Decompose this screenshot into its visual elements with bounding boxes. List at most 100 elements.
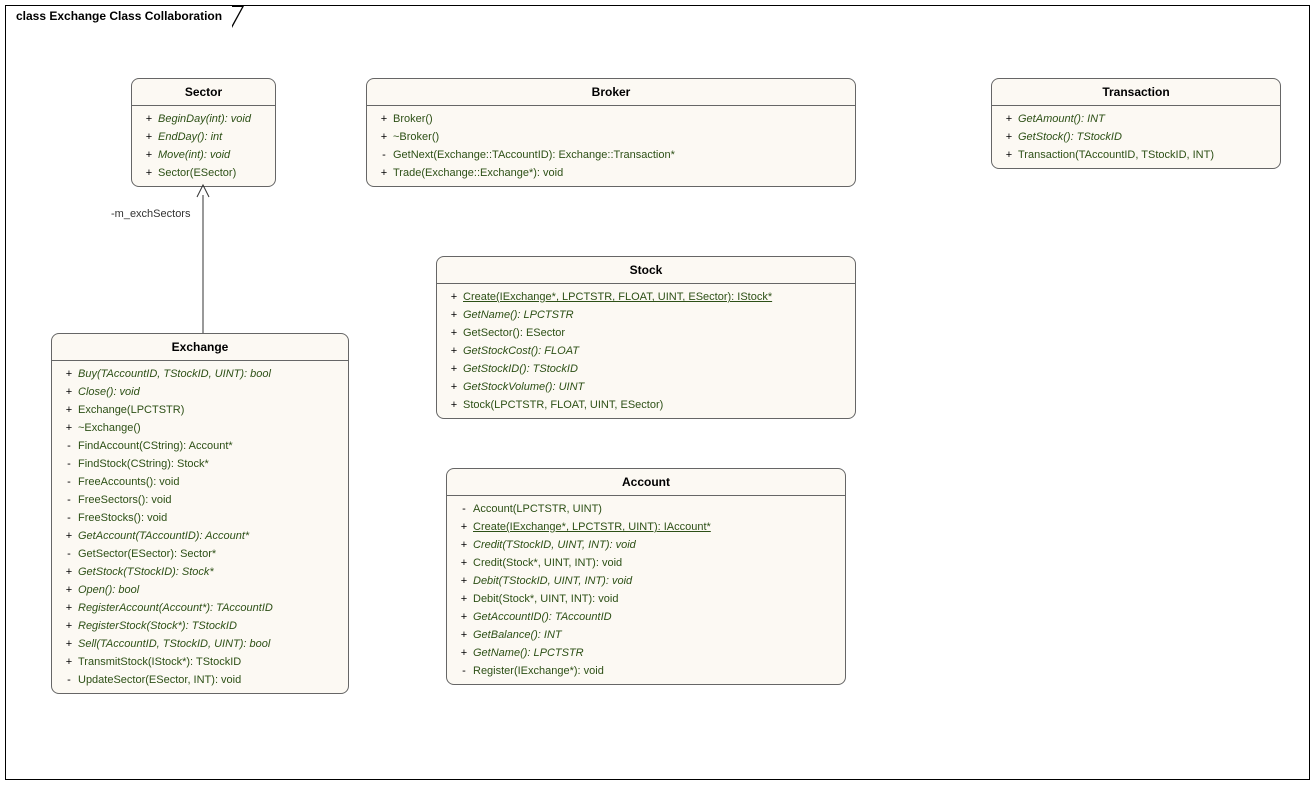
visibility: + [455,645,473,661]
class-account-ops: -Account(LPCTSTR, UINT)+Create(IExchange… [447,496,845,684]
operation-signature: Debit(TStockID, UINT, INT): void [473,573,837,589]
diagram-title: class Exchange Class Collaboration [16,9,222,23]
visibility: + [445,307,463,323]
operation-row: +Create(IExchange*, LPCTSTR, FLOAT, UINT… [437,288,855,306]
association-exchange-sector [196,183,216,333]
visibility: + [445,397,463,413]
operation-signature: GetStockCost(): FLOAT [463,343,847,359]
visibility: - [375,147,393,163]
operation-signature: ~Exchange() [78,420,340,436]
operation-signature: GetAccountID(): TAccountID [473,609,837,625]
class-stock-name: Stock [437,257,855,284]
operation-signature: GetName(): LPCTSTR [463,307,847,323]
visibility: + [60,600,78,616]
visibility: - [60,546,78,562]
operation-signature: GetSector(): ESector [463,325,847,341]
operation-row: -FindAccount(CString): Account* [52,437,348,455]
operation-row: +Debit(TStockID, UINT, INT): void [447,572,845,590]
operation-signature: GetAccount(TAccountID): Account* [78,528,340,544]
operation-row: +BeginDay(int): void [132,110,275,128]
diagram-frame: class Exchange Class Collaboration Secto… [5,5,1310,780]
class-broker-name: Broker [367,79,855,106]
operation-row: -FreeAccounts(): void [52,473,348,491]
operation-row: -FreeStocks(): void [52,509,348,527]
operation-signature: RegisterAccount(Account*): TAccountID [78,600,340,616]
diagram-title-tab: class Exchange Class Collaboration [5,5,233,26]
visibility: + [445,289,463,305]
class-account-name: Account [447,469,845,496]
operation-row: +Exchange(LPCTSTR) [52,401,348,419]
operation-row: -Register(IExchange*): void [447,662,845,680]
visibility: + [60,384,78,400]
operation-row: +Stock(LPCTSTR, FLOAT, UINT, ESector) [437,396,855,414]
visibility: - [60,672,78,688]
class-transaction-ops: +GetAmount(): INT+GetStock(): TStockID+T… [992,106,1280,168]
visibility: + [60,564,78,580]
operation-signature: Trade(Exchange::Exchange*): void [393,165,847,181]
visibility: + [1000,111,1018,127]
visibility: + [60,366,78,382]
operation-signature: GetStockVolume(): UINT [463,379,847,395]
operation-row: +Sell(TAccountID, TStockID, UINT): bool [52,635,348,653]
operation-signature: Exchange(LPCTSTR) [78,402,340,418]
visibility: + [60,618,78,634]
operation-signature: BeginDay(int): void [158,111,267,127]
operation-signature: Sector(ESector) [158,165,267,181]
operation-row: +Open(): bool [52,581,348,599]
operation-row: -FindStock(CString): Stock* [52,455,348,473]
operation-signature: FreeAccounts(): void [78,474,340,490]
class-sector[interactable]: Sector +BeginDay(int): void+EndDay(): in… [131,78,276,187]
class-exchange[interactable]: Exchange +Buy(TAccountID, TStockID, UINT… [51,333,349,694]
operation-signature: Register(IExchange*): void [473,663,837,679]
visibility: + [455,591,473,607]
operation-row: +Close(): void [52,383,348,401]
operation-signature: GetStock(TStockID): Stock* [78,564,340,580]
operation-row: +Create(IExchange*, LPCTSTR, UINT): IAcc… [447,518,845,536]
visibility: + [455,573,473,589]
operation-row: +Buy(TAccountID, TStockID, UINT): bool [52,365,348,383]
class-account[interactable]: Account -Account(LPCTSTR, UINT)+Create(I… [446,468,846,685]
operation-signature: Close(): void [78,384,340,400]
operation-signature: GetStock(): TStockID [1018,129,1272,145]
class-sector-name: Sector [132,79,275,106]
visibility: + [60,420,78,436]
operation-row: +EndDay(): int [132,128,275,146]
class-broker[interactable]: Broker +Broker() + ~Broker()-GetNext(Excha… [366,78,856,187]
visibility: + [60,582,78,598]
visibility: + [60,654,78,670]
visibility: - [455,501,473,517]
visibility: + [375,165,393,181]
visibility: + [445,361,463,377]
operation-row: +Broker() [367,110,855,128]
class-stock[interactable]: Stock +Create(IExchange*, LPCTSTR, FLOAT… [436,256,856,419]
operation-row: -GetNext(Exchange::TAccountID): Exchange… [367,146,855,164]
operation-row: -GetSector(ESector): Sector* [52,545,348,563]
operation-signature: FreeStocks(): void [78,510,340,526]
operation-row: +GetAccountID(): TAccountID [447,608,845,626]
operation-signature: TransmitStock(IStock*): TStockID [78,654,340,670]
operation-row: +RegisterStock(Stock*): TStockID [52,617,348,635]
visibility: + [140,111,158,127]
operation-row: +~Exchange() [52,419,348,437]
operation-signature: FindAccount(CString): Account* [78,438,340,454]
visibility: + [455,555,473,571]
operation-signature: GetName(): LPCTSTR [473,645,837,661]
operation-signature: GetBalance(): INT [473,627,837,643]
operation-row: +GetBalance(): INT [447,626,845,644]
operation-row: +Credit(TStockID, UINT, INT): void [447,536,845,554]
operation-row: +Sector(ESector) [132,164,275,182]
operation-signature: GetSector(ESector): Sector* [78,546,340,562]
operation-row: +GetStockCost(): FLOAT [437,342,855,360]
operation-signature: EndDay(): int [158,129,267,145]
operation-row: +GetStock(TStockID): Stock* [52,563,348,581]
visibility: + [60,528,78,544]
operation-signature: ~Broker() [393,129,847,145]
operation-row: +Trade(Exchange::Exchange*): void [367,164,855,182]
diagram-canvas[interactable]: Sector +BeginDay(int): void+EndDay(): in… [6,28,1309,779]
operation-row: +GetStockVolume(): UINT [437,378,855,396]
operation-signature: Move(int): void [158,147,267,163]
operation-row: +GetName(): LPCTSTR [447,644,845,662]
class-exchange-ops: +Buy(TAccountID, TStockID, UINT): bool+C… [52,361,348,693]
operation-row: +GetAccount(TAccountID): Account* [52,527,348,545]
class-transaction[interactable]: Transaction +GetAmount(): INT+GetStock()… [991,78,1281,169]
